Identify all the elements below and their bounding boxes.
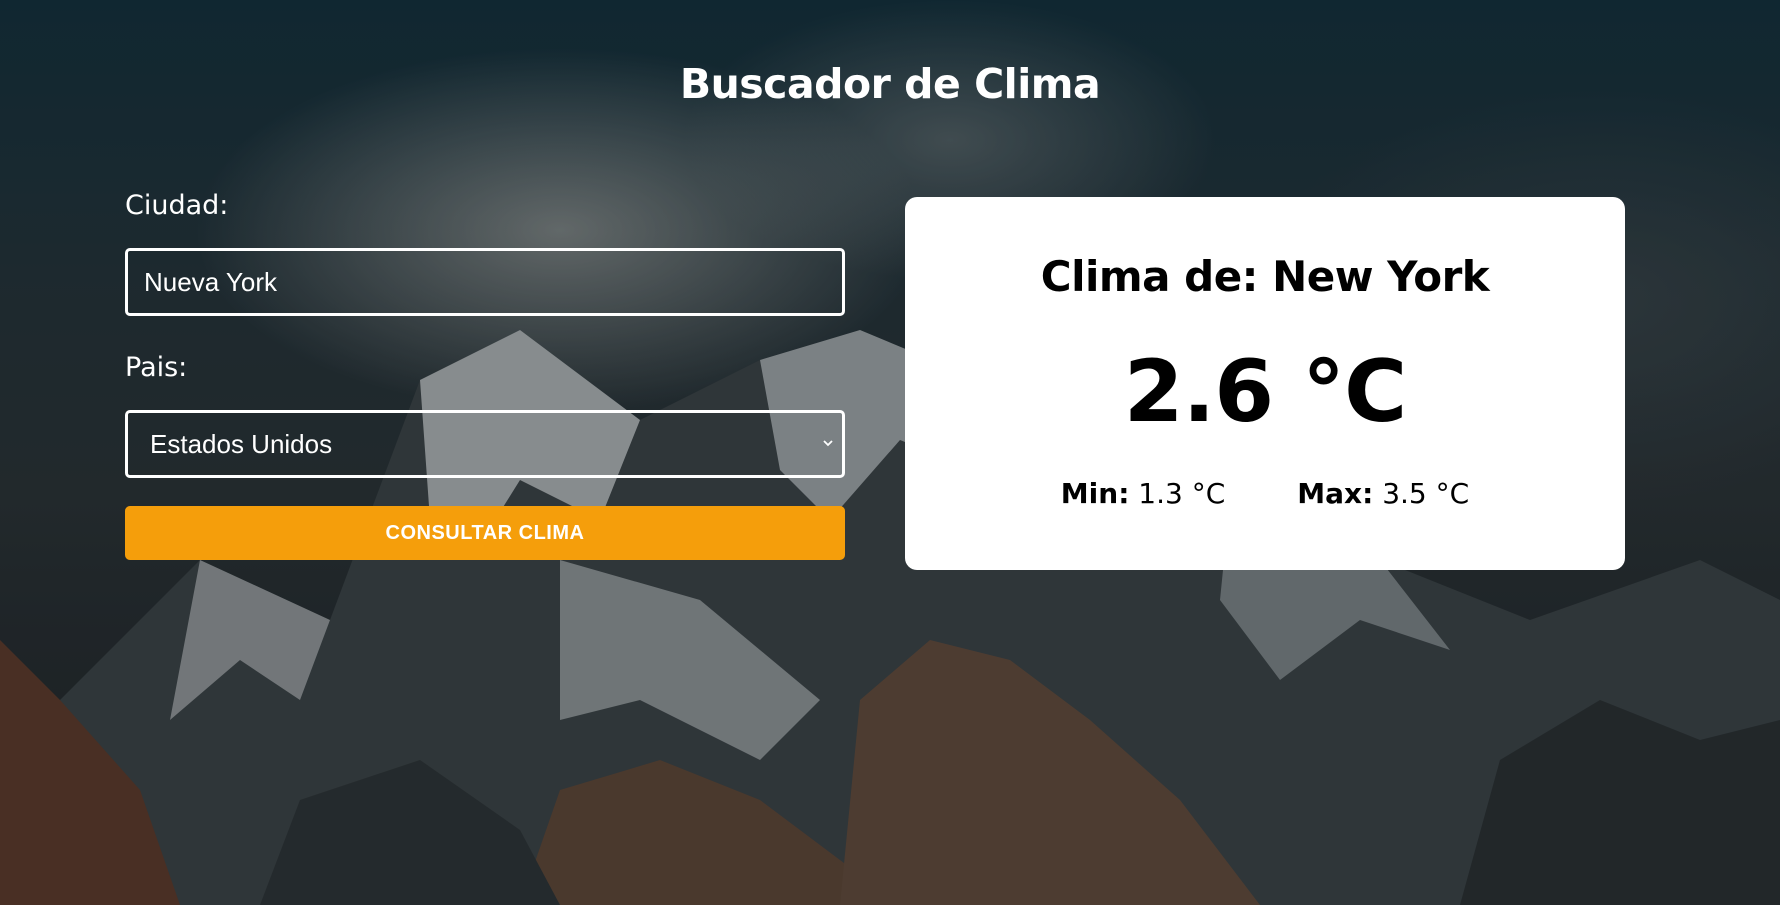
max-label: Max: (1297, 477, 1374, 510)
weather-city-title: Clima de: New York (1040, 252, 1490, 301)
city-input[interactable]: Nueva York (125, 248, 845, 316)
country-select-value: Estados Unidos (150, 428, 333, 459)
min-temperature: Min: 1.3 °C (1061, 477, 1225, 510)
min-label: Min: (1060, 477, 1130, 510)
consult-weather-button[interactable]: Consultar Clima (125, 506, 845, 560)
min-max-row: Min: 1.3 °C Max: 3.5 °C (905, 477, 1625, 510)
current-temperature: 2.6 °C (1123, 342, 1407, 442)
max-value: 3.5 °C (1382, 477, 1470, 510)
page-title: Buscador de Clima (679, 60, 1101, 108)
city-label: Ciudad: (125, 190, 229, 221)
min-value: 1.3 °C (1138, 477, 1226, 510)
weather-result-card: Clima de: New York 2.6 °C Min: 1.3 °C Ma… (905, 197, 1625, 570)
city-input-value: Nueva York (144, 266, 277, 297)
chevron-down-icon (823, 440, 833, 447)
country-label: Pais: (125, 352, 188, 383)
country-select[interactable]: Estados Unidos (125, 410, 845, 478)
weather-search-form: Ciudad: Nueva York Pais: Estados Unidos … (125, 190, 845, 560)
max-temperature: Max: 3.5 °C (1297, 477, 1469, 510)
